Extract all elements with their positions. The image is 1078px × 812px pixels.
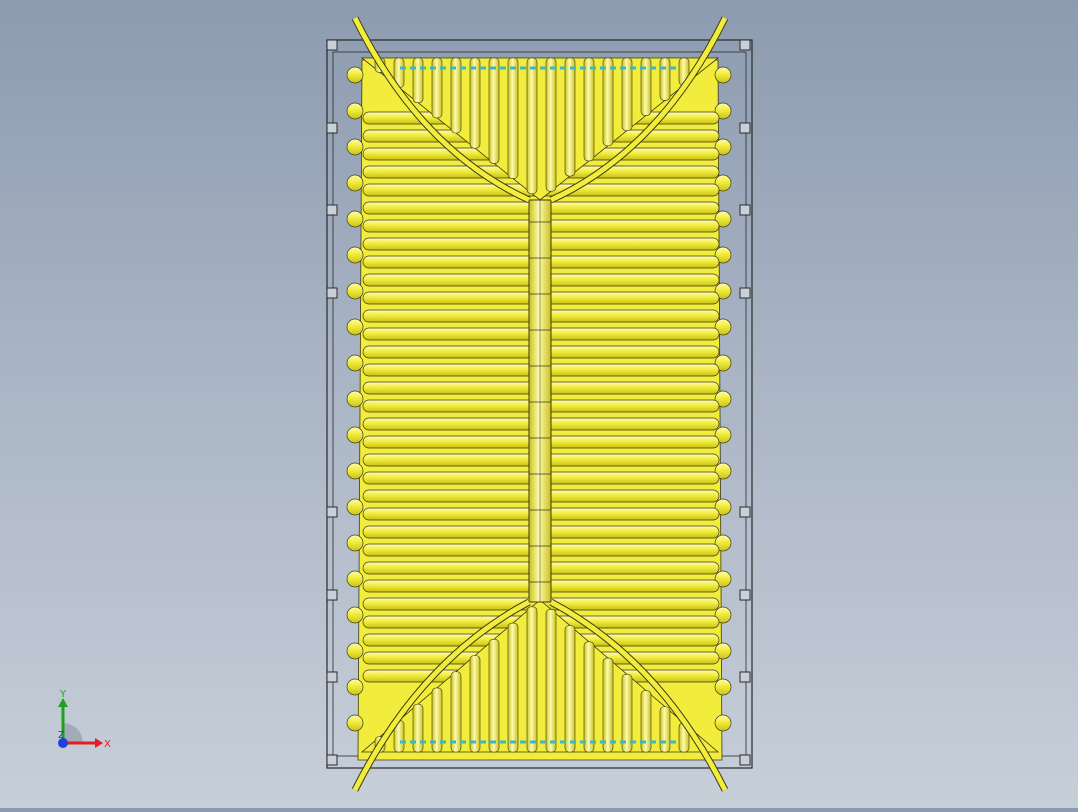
graphics-viewport[interactable] [0, 0, 1078, 808]
left-eave-scallop [346, 426, 364, 444]
left-eave-scallop [346, 66, 364, 84]
vertical-rib [564, 625, 576, 753]
frame-post-left [326, 39, 338, 51]
vertical-rib [564, 57, 576, 177]
left-eave-scallop [346, 570, 364, 588]
x-axis-arrowhead [95, 738, 103, 748]
left-eave-scallop [346, 282, 364, 300]
vertical-rib [602, 57, 614, 147]
y-axis-label: Y [59, 689, 67, 700]
vertical-rib [526, 606, 538, 753]
left-eave-scallop [346, 534, 364, 552]
vertical-rib [469, 655, 481, 753]
vertical-rib [583, 641, 595, 753]
vertical-rib [545, 57, 557, 192]
vertical-rib [507, 57, 519, 179]
left-eave-scallop [346, 138, 364, 156]
vertical-rib [583, 57, 595, 162]
x-axis-label: X [104, 739, 111, 750]
frame-post-right [739, 204, 751, 216]
vertical-rib [488, 57, 500, 164]
vertical-rib [659, 706, 671, 753]
left-eave-scallop [346, 174, 364, 192]
right-eave-scallop [714, 714, 732, 732]
vertical-rib [526, 57, 538, 194]
left-eave-scallop [346, 210, 364, 228]
vertical-rib [488, 638, 500, 753]
frame-post-left [326, 506, 338, 518]
left-eave-scallop [346, 318, 364, 336]
left-eave-scallop [346, 390, 364, 408]
vertical-rib [659, 57, 671, 101]
frame-post-right [739, 287, 751, 299]
right-eave-scallop [714, 678, 732, 696]
frame-post-left [326, 671, 338, 683]
frame-post-right [739, 39, 751, 51]
left-eave-scallop [346, 462, 364, 480]
vertical-rib [450, 671, 462, 753]
frame-post-right [739, 671, 751, 683]
vertical-rib [545, 609, 557, 753]
frame-post-left [326, 122, 338, 134]
vertical-rib [507, 622, 519, 753]
z-axis-label: Z [58, 730, 65, 741]
frame-post-left [326, 589, 338, 601]
left-eave-scallop [346, 606, 364, 624]
right-eave-scallop [714, 66, 732, 84]
left-eave-scallop [346, 354, 364, 372]
frame-post-right [739, 589, 751, 601]
model-view[interactable] [0, 0, 1078, 808]
vertical-rib [412, 57, 424, 103]
vertical-rib [469, 57, 481, 149]
vertical-rib [621, 673, 633, 753]
frame-post-left [326, 204, 338, 216]
frame-post-right [739, 754, 751, 766]
left-eave-scallop [346, 714, 364, 732]
frame-post-left [326, 754, 338, 766]
left-eave-scallop [346, 102, 364, 120]
frame-post-right [739, 506, 751, 518]
vertical-rib [602, 657, 614, 753]
left-eave-scallop [346, 246, 364, 264]
left-eave-scallop [346, 498, 364, 516]
frame-post-left [326, 287, 338, 299]
left-eave-scallop [346, 642, 364, 660]
vertical-rib [412, 703, 424, 753]
frame-post-right [739, 122, 751, 134]
left-eave-scallop [346, 678, 364, 696]
axis-triad: Y X Z [50, 685, 120, 755]
